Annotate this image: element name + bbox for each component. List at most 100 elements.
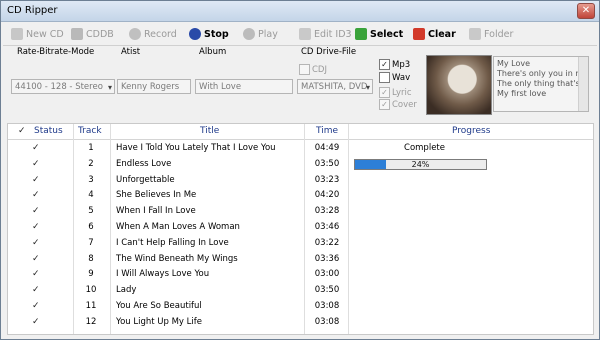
window-title: CD Ripper [7,5,58,16]
play-button[interactable]: Play [243,26,278,42]
table-row[interactable]: ✓ 12 You Light Up My Life 03:08 [8,315,593,330]
table-row[interactable]: ✓ 9 I Will Always Love You 03:00 [8,267,593,282]
edit-id3-button[interactable]: Edit ID3 [299,26,352,42]
lyric-label: Lyric [392,87,412,98]
track-number: 9 [88,269,94,280]
progress-text: 24% [411,159,430,169]
table-row[interactable]: ✓ 6 When A Man Loves A Woman 03:46 [8,220,593,235]
record-button[interactable]: Record [129,26,177,42]
row-checkbox[interactable]: ✓ [32,302,41,311]
track-time: 03:50 [314,285,340,296]
folder-icon [469,28,481,40]
drive-label: CD Drive-File [301,47,357,57]
track-time: 03:08 [314,301,340,311]
row-checkbox[interactable]: ✓ [32,317,41,327]
track-title: When I Fall In Love [116,206,196,217]
track-number: 7 [88,237,94,248]
track-time: 03:22 [314,237,340,248]
wav-checkbox[interactable]: Wav [379,72,410,83]
track-number: 10 [85,285,97,296]
cddb-icon [71,28,83,40]
time-header[interactable]: Time [316,126,338,136]
new-cd-button[interactable]: New CD [11,26,64,42]
row-checkbox[interactable]: ✓ [32,223,41,232]
track-title: Unforgettable [116,174,175,185]
track-number: 2 [88,158,94,169]
track-time: 03:00 [314,269,340,280]
artist-field[interactable]: Kenny Rogers [117,79,191,94]
table-row[interactable]: ✓ 8 The Wind Beneath My Wings 03:36 [8,252,593,267]
table-header: ✓ Status Track Title Time Progress [8,124,593,140]
lyric-box: ✓ [379,87,390,98]
table-row[interactable]: ✓ 11 You Are So Beautiful 03:08 [8,299,593,314]
status-header[interactable]: Status [34,126,63,136]
track-time: 03:08 [314,316,340,327]
track-title: You Are So Beautiful [116,301,202,311]
table-row[interactable]: ✓ 1 Have I Told You Lately That I Love You… [8,141,593,156]
drive-dropdown[interactable]: MATSHITA, DVD [297,79,373,94]
mp3-checkbox[interactable]: ✓ Mp3 [379,59,410,70]
track-number: 12 [85,316,97,327]
wav-label: Wav [392,72,411,83]
lyrics-scrollbar[interactable] [578,57,588,111]
track-title: She Believes In Me [116,190,197,201]
title-header[interactable]: Title [200,126,219,136]
cdj-checkbox[interactable]: CDJ [299,64,327,75]
row-checkbox[interactable]: ✓ [32,175,41,185]
track-number: 3 [88,174,94,185]
row-checkbox[interactable]: ✓ [32,159,41,169]
table-row[interactable]: ✓ 5 When I Fall In Love 03:28 [8,204,593,219]
mp3-label: Mp3 [392,59,411,70]
row-checkbox[interactable]: ✓ [32,238,41,248]
cover-box: ✓ [379,99,390,110]
stop-icon [189,28,201,40]
row-checkbox[interactable]: ✓ [32,270,41,279]
track-time: 04:20 [314,190,340,201]
clear-button[interactable]: Clear [413,26,456,42]
track-title: I Will Always Love You [116,269,210,280]
album-field[interactable]: With Love [195,79,293,94]
lyrics-box[interactable]: My Love There's only you in my life The … [493,56,589,112]
new-cd-label: New CD [26,28,64,40]
table-row[interactable]: ✓ 4 She Believes In Me 04:20 [8,188,593,203]
title-bar[interactable]: CD Ripper ✕ [1,1,599,22]
track-time: 03:28 [314,206,340,217]
row-checkbox[interactable]: ✓ [32,144,41,153]
table-row[interactable]: ✓ 10 Lady 03:50 [8,283,593,298]
track-number: 1 [88,143,94,153]
table-row[interactable]: ✓ 2 Endless Love 03:50 24% [8,157,593,172]
row-checkbox[interactable]: ✓ [32,191,41,200]
track-number: 6 [88,222,94,232]
row-checkbox[interactable]: ✓ [32,286,41,295]
progress-header[interactable]: Progress [452,126,490,136]
track-title: Endless Love [116,158,172,169]
select-button[interactable]: Select [355,26,403,42]
folder-button[interactable]: Folder [469,26,513,42]
cover-checkbox[interactable]: ✓ Cover [379,99,417,110]
track-header[interactable]: Track [78,126,102,136]
cddb-label: CDDB [86,28,114,40]
record-icon [129,28,141,40]
lyric-checkbox[interactable]: ✓ Lyric [379,87,412,98]
track-number: 5 [88,206,94,217]
cddb-button[interactable]: CDDB [71,26,114,42]
stop-button[interactable]: Stop [189,26,229,42]
track-time: 04:49 [314,143,340,153]
select-all-checkbox[interactable]: ✓ [18,127,27,136]
mode-dropdown[interactable]: 44100 - 128 - Stereo [11,79,115,94]
clear-label: Clear [428,28,456,40]
row-checkbox[interactable]: ✓ [32,207,41,216]
artist-label: Atist [121,47,141,57]
cdj-label: CDJ [312,64,327,75]
close-button[interactable]: ✕ [577,3,595,19]
table-row[interactable]: ✓ 7 I Can't Help Falling In Love 03:22 [8,236,593,251]
select-label: Select [370,28,404,40]
row-checkbox[interactable]: ✓ [32,254,41,264]
record-label: Record [144,28,177,40]
lyric-line: My Love [497,59,531,68]
play-label: Play [258,28,278,40]
table-row[interactable]: ✓ 3 Unforgettable 03:23 [8,173,593,188]
select-check-icon [355,28,367,40]
track-title: The Wind Beneath My Wings [116,253,238,264]
track-title: Have I Told You Lately That I Love You [116,143,276,153]
